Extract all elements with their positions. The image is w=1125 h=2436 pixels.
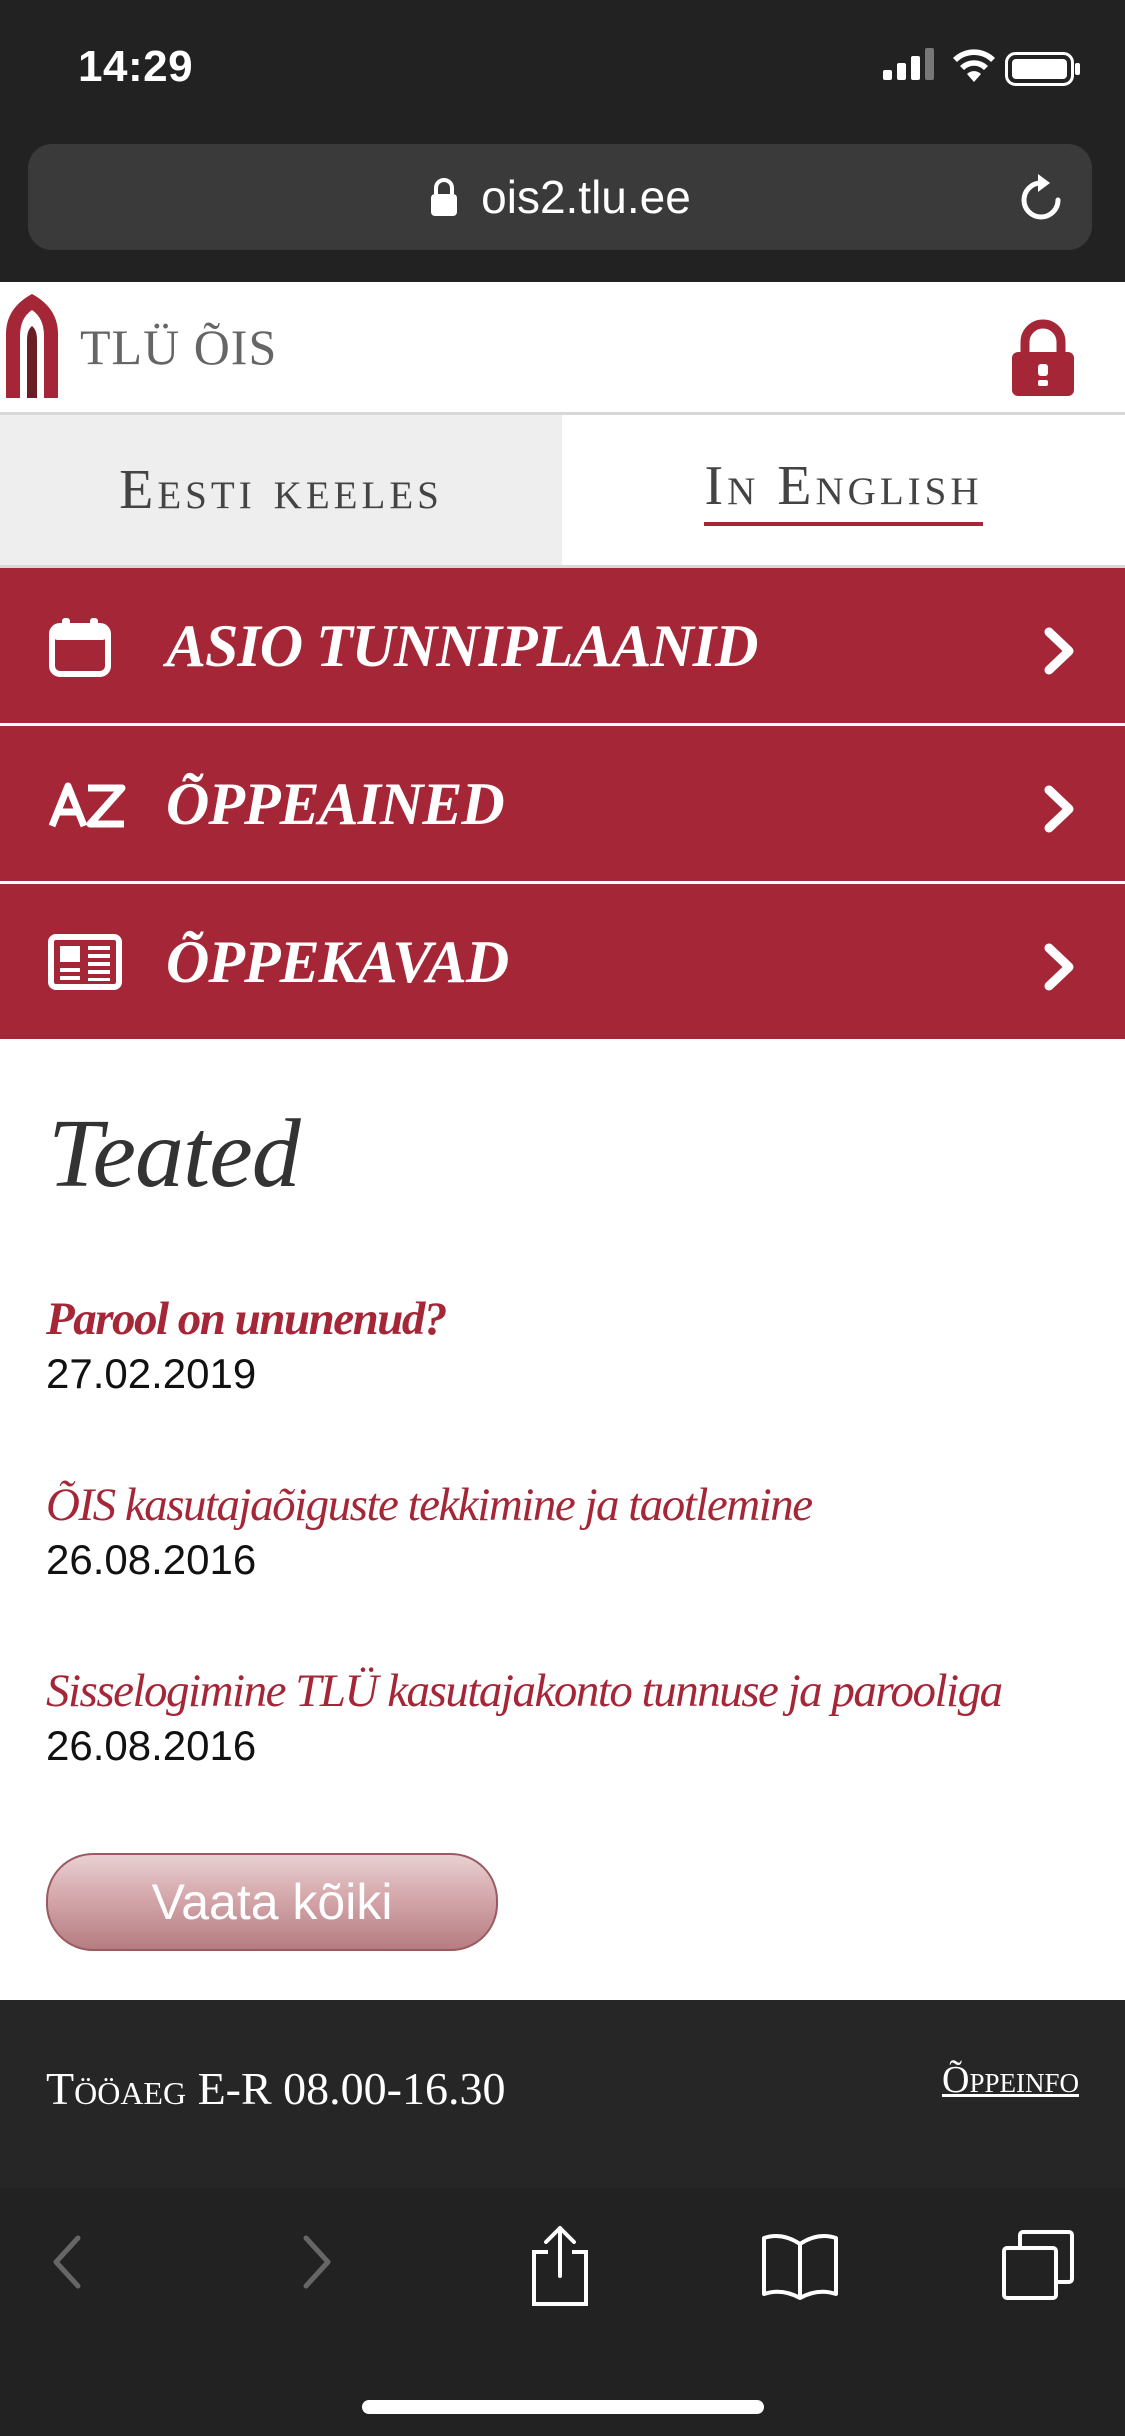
announcements-title: Teated	[48, 1100, 301, 1208]
main-menu: ASIO TUNNIPLAANID ÕPPEAINED ÕPPEKAVAD	[0, 568, 1125, 1039]
tab-in-english[interactable]: In English	[562, 415, 1125, 565]
status-bar: 14:29	[0, 0, 1125, 130]
tab-label: Eesti keeles	[119, 459, 443, 521]
chevron-right-icon	[1044, 943, 1074, 991]
home-indicator	[362, 2400, 764, 2414]
login-lock-icon[interactable]	[1009, 318, 1077, 398]
chevron-right-icon	[1044, 785, 1074, 833]
back-icon[interactable]	[48, 2232, 88, 2292]
announcement-date: 26.08.2016	[46, 1536, 257, 1583]
announcement-item: Sisselogimine TLÜ kasutajakonto tunnuse …	[46, 1664, 1096, 1770]
announcement-item: ÕIS kasutajaõiguste tekkimine ja taotlem…	[46, 1478, 1096, 1584]
url-field[interactable]: ois2.tlu.ee	[28, 144, 1092, 250]
tabs-icon[interactable]	[1000, 2228, 1078, 2302]
site-footer: Tööaeg E-R 08.00-16.30 Õppeinfo	[0, 2000, 1125, 2188]
browser-address-area: ois2.tlu.ee	[0, 130, 1125, 282]
site-header: TLÜ ÕIS	[0, 282, 1125, 415]
announcement-link[interactable]: Parool on ununenud?	[46, 1292, 1096, 1346]
menu-label: ÕPPEKAVAD	[166, 929, 509, 995]
view-all-button[interactable]: Vaata kõiki	[46, 1853, 498, 1951]
tab-label: In English	[704, 454, 983, 526]
browser-toolbar	[0, 2188, 1125, 2436]
calendar-icon	[49, 618, 111, 677]
signal-icon	[883, 48, 934, 80]
chevron-right-icon	[1044, 627, 1074, 675]
announcement-date: 26.08.2016	[46, 1722, 257, 1769]
bookmarks-icon[interactable]	[760, 2230, 840, 2300]
menu-label: ASIO TUNNIPLAANID	[166, 613, 758, 679]
announcement-link[interactable]: ÕIS kasutajaõiguste tekkimine ja taotlem…	[46, 1478, 1096, 1532]
menu-item-asio-tunniplaanid[interactable]: ASIO TUNNIPLAANID	[0, 568, 1125, 726]
az-icon	[48, 782, 126, 828]
forward-icon[interactable]	[296, 2232, 336, 2292]
tab-eesti-keeles[interactable]: Eesti keeles	[0, 415, 562, 565]
oppeinfo-link[interactable]: Õppeinfo	[942, 2058, 1079, 2102]
logo-text[interactable]: TLÜ ÕIS	[80, 318, 277, 376]
menu-item-oppeained[interactable]: ÕPPEAINED	[0, 726, 1125, 884]
share-icon[interactable]	[528, 2224, 592, 2308]
reload-icon[interactable]	[1016, 172, 1066, 224]
announcement-date: 27.02.2019	[46, 1350, 257, 1397]
status-time: 14:29	[78, 42, 194, 91]
lock-icon	[431, 178, 458, 216]
menu-label: ÕPPEAINED	[166, 771, 505, 837]
url-text: ois2.tlu.ee	[481, 171, 691, 223]
battery-icon	[1005, 52, 1080, 86]
announcement-link[interactable]: Sisselogimine TLÜ kasutajakonto tunnuse …	[46, 1664, 1096, 1718]
curriculum-icon	[48, 934, 122, 990]
tlu-logo-icon[interactable]	[0, 290, 64, 400]
working-hours: Tööaeg E-R 08.00-16.30	[46, 2063, 506, 2114]
wifi-icon	[953, 49, 995, 82]
menu-item-oppekavad[interactable]: ÕPPEKAVAD	[0, 884, 1125, 1039]
language-tabs: Eesti keeles In English	[0, 415, 1125, 568]
announcement-item: Parool on ununenud? 27.02.2019	[46, 1292, 1096, 1398]
